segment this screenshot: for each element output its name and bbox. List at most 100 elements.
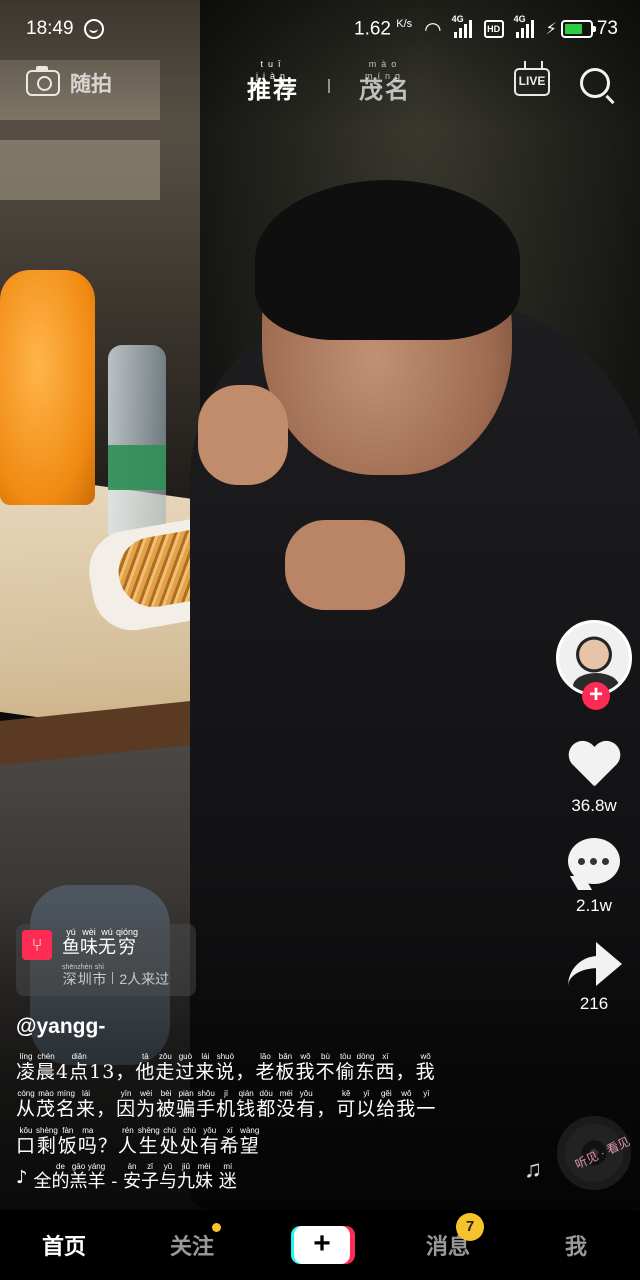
caption-char: ？: [97, 1135, 118, 1157]
status-bar: 18:49 1.62 K/s ◠ 4G HD 4G ⚡︎ 73: [0, 0, 640, 58]
share-count: 216: [579, 994, 609, 1013]
location-city-char: 圳zhèn: [77, 964, 93, 987]
location-title-char: 无wú: [98, 927, 116, 957]
caption-char: 4: [56, 1061, 70, 1083]
caption-char: 望wàng: [239, 1126, 260, 1157]
location-visitors: 2人来过: [119, 971, 170, 987]
music-note-icon: ♫: [524, 1156, 542, 1183]
comment-icon: [568, 838, 620, 884]
charging-icon: ⚡︎: [545, 21, 557, 38]
search-icon[interactable]: [580, 68, 610, 98]
location-subtitle: 深shēn圳zhèn市shì 2人来过: [62, 964, 169, 989]
tab-recommend-label: 推荐: [247, 77, 299, 104]
caption-char: 偷tōu: [335, 1052, 356, 1083]
plus-icon: +: [294, 1226, 350, 1264]
caption-char: 处chù: [159, 1126, 180, 1157]
status-time: 18:49: [26, 18, 74, 39]
caption-char: 从cóng: [16, 1089, 37, 1120]
music-title-char: 的de: [51, 1162, 70, 1192]
tab-me-label: 我: [564, 1234, 587, 1259]
tab-following-label: 关注: [169, 1234, 214, 1259]
caption-char: 给gěi: [376, 1089, 397, 1120]
caption-char: 口kǒu: [16, 1126, 37, 1157]
caption-line: 从cóng茂mào名míng来lái，因yīn为wèi被bèi骗piàn手shǒ…: [16, 1089, 506, 1126]
caption-char: 他tā: [135, 1052, 156, 1083]
share-button[interactable]: 216: [552, 942, 636, 1014]
caption-char: ，: [235, 1061, 256, 1083]
tab-me[interactable]: 我: [512, 1229, 640, 1261]
comment-button[interactable]: 2.1w: [552, 838, 636, 916]
cell-signal-icon: 4G: [514, 14, 534, 38]
like-button[interactable]: 36.8w: [552, 742, 636, 816]
tab-messages[interactable]: 消息 7: [384, 1213, 512, 1261]
bottom-tab-bar: 首页 关注 + 消息 7 我: [0, 1210, 640, 1280]
caption-char: 来lái: [76, 1089, 97, 1120]
follow-plus-button[interactable]: +: [582, 682, 610, 710]
caption-char: 处chù: [179, 1126, 200, 1157]
caption-char: 晨chén: [36, 1052, 57, 1083]
caption-line: 口kǒu剩shèng饭fàn吗ma？人rén生shēng处chù处chù有yǒu…: [16, 1126, 506, 1163]
music-title: 全的de羔gāo羊yáng - 安ān子zǐ与yǔ九jiǔ妹mèi 迷mí: [34, 1162, 237, 1193]
music-title-char: 妹mèi: [195, 1162, 214, 1192]
caption-char: 有yǒu: [199, 1126, 220, 1157]
person-hand: [198, 385, 288, 485]
caption-char: 饭fàn: [57, 1126, 78, 1157]
feed-tabs: tuī jiàn 推荐 mào míng 茂名: [240, 58, 418, 105]
tab-home-label: 首页: [41, 1234, 86, 1259]
network-speed: 1.62 K/s: [354, 17, 413, 40]
tab-recommend[interactable]: tuī jiàn 推荐: [240, 58, 306, 105]
battery-level: 73: [596, 18, 618, 39]
caption-char: 骗piàn: [176, 1089, 197, 1120]
messages-badge: 7: [456, 1213, 484, 1241]
person-hand: [285, 520, 405, 610]
caption-char: 可kě: [336, 1089, 357, 1120]
location-card[interactable]: ⑂ 鱼yú味wèi无wú穷qióng 深shēn圳zhèn市shì 2人来过: [16, 924, 196, 996]
quick-shoot-button[interactable]: 随拍: [26, 66, 112, 98]
author-name[interactable]: @yangg-: [16, 1015, 105, 1039]
location-title-char: 穷qióng: [116, 927, 139, 957]
caption-char: 我wǒ: [396, 1089, 417, 1120]
create-button[interactable]: +: [256, 1226, 384, 1264]
hd-voice-icon: HD: [483, 20, 504, 38]
music-title-char: [213, 1171, 219, 1192]
caption-char: 东dōng: [355, 1052, 376, 1083]
music-title-char: 羔gāo: [69, 1162, 88, 1192]
caption-char: 钱qián: [236, 1089, 257, 1120]
tab-home[interactable]: 首页: [0, 1229, 128, 1261]
caption-char: 因yīn: [116, 1089, 137, 1120]
caption-char: 被bèi: [156, 1089, 177, 1120]
top-nav: 随拍 tuī jiàn 推荐 mào míng 茂名 LIVE: [0, 58, 640, 114]
caption-char: ，: [115, 1061, 136, 1083]
caption-char: 说shuō: [215, 1052, 236, 1083]
caption-char: 茂mào: [36, 1089, 57, 1120]
tab-local-city-label: 茂名: [359, 77, 411, 104]
caption-char: 有yǒu: [296, 1089, 317, 1120]
caption-char: 希xī: [219, 1126, 240, 1157]
music-info[interactable]: ♪ 全的de羔gāo羊yáng - 安ān子zǐ与yǔ九jiǔ妹mèi 迷mí: [16, 1162, 237, 1193]
music-disc-button[interactable]: 听见 · 看见: [557, 1116, 632, 1190]
tab-local-city[interactable]: mào míng 茂名: [352, 58, 418, 105]
person-hair: [255, 180, 520, 340]
tab-following[interactable]: 关注: [128, 1223, 256, 1261]
caption-char: 来lái: [195, 1052, 216, 1083]
caption-char: ，: [395, 1061, 416, 1083]
caption-char: 没méi: [276, 1089, 297, 1120]
app-notification-icon: [83, 19, 104, 39]
caption-char: 都dōu: [256, 1089, 277, 1120]
caption-char: 西xī: [375, 1052, 396, 1083]
live-icon[interactable]: LIVE: [514, 68, 550, 96]
caption-char: 1: [89, 1061, 103, 1083]
location-city: 深shēn圳zhèn市shì: [62, 964, 107, 987]
music-title-char: 全: [33, 1171, 52, 1192]
location-title: 鱼yú味wèi无wú穷qióng: [62, 927, 139, 959]
location-city-char: 市shì: [92, 964, 107, 987]
author-avatar-button[interactable]: +: [556, 620, 632, 710]
caption-char: 不bù: [315, 1052, 336, 1083]
caption-char: 手shǒu: [196, 1089, 217, 1120]
music-title-char: 迷mí: [218, 1162, 237, 1192]
wifi-icon: ◠: [424, 18, 442, 41]
caption-char: 一yī: [416, 1089, 437, 1120]
location-title-char: 鱼yú: [62, 927, 80, 957]
caption-char: 凌líng: [16, 1052, 37, 1083]
video-caption[interactable]: 凌líng晨chén4点diǎn13，他tā走zǒu过guò来lái说shuō，…: [16, 1052, 506, 1163]
